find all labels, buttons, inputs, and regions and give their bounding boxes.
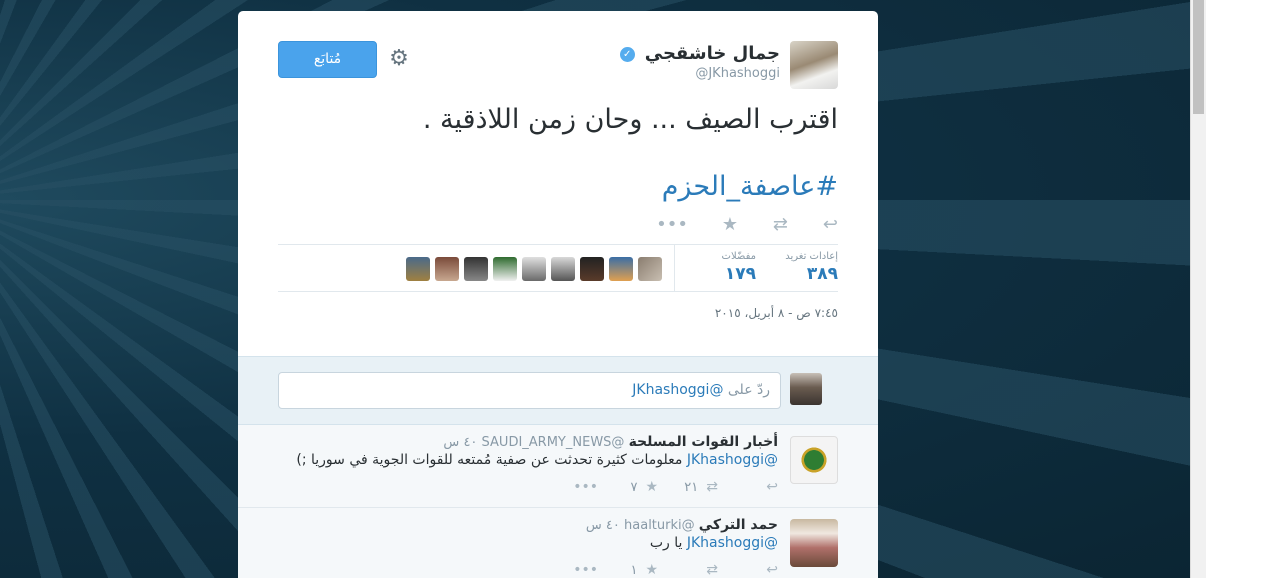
favoriters-avatars	[406, 257, 662, 281]
reply-avatar[interactable]	[790, 436, 838, 484]
favoriter-avatar[interactable]	[493, 257, 517, 281]
favoriter-avatar[interactable]	[522, 257, 546, 281]
hashtag-link[interactable]: #عاصفة_الحزم	[662, 171, 838, 202]
retweet-icon[interactable]: ⇄	[738, 214, 788, 236]
reply-item[interactable]: حمد التركي @haalturki ٤٠ س @JKhashoggi ي…	[238, 508, 878, 578]
reply-input[interactable]: ردّ على @JKhashoggi	[278, 372, 781, 409]
favorite-count: ١	[630, 563, 638, 578]
replies-list: أخبار القوات المسلحة @SAUDI_ARMY_NEWS ٤٠…	[238, 425, 878, 578]
favorite-icon[interactable]: ★	[688, 214, 738, 236]
retweet-count: ٢١	[684, 480, 699, 495]
reply-avatar[interactable]	[790, 519, 838, 567]
reply-box: ردّ على @JKhashoggi	[238, 356, 878, 425]
favorites-count: ١٧٩	[724, 264, 756, 284]
more-icon[interactable]: •••	[538, 479, 598, 495]
tweet-header: جمال خاشقجي ✓ @JKhashoggi مُتابَع ⚙	[278, 41, 838, 91]
favorite-icon[interactable]: ★١	[598, 562, 658, 578]
favoriter-avatar[interactable]	[580, 257, 604, 281]
favoriter-avatar[interactable]	[551, 257, 575, 281]
favoriter-avatar[interactable]	[406, 257, 430, 281]
reply-author-handle[interactable]: @haalturki	[624, 518, 695, 533]
reply-time[interactable]: ٤٠ س	[443, 435, 477, 450]
reply-mention[interactable]: @JKhashoggi	[687, 452, 778, 468]
reply-body: يا رب	[649, 535, 687, 551]
tweet-text: اقترب الصيف ... وحان زمن اللاذقية .	[422, 104, 838, 135]
favorite-icon[interactable]: ★٧	[598, 479, 658, 495]
scrollbar-thumb[interactable]	[1193, 0, 1204, 114]
tweet-stats: إعادات تغريد ٣٨٩ مفضّلات ١٧٩	[278, 244, 838, 292]
retweet-icon[interactable]: ⇄	[658, 562, 718, 578]
reply-header: أخبار القوات المسلحة @SAUDI_ARMY_NEWS ٤٠…	[443, 434, 778, 450]
reply-body: معلومات كثيرة تحدثت عن صفية مُمتعه للقوا…	[296, 452, 687, 468]
reply-item[interactable]: أخبار القوات المسلحة @SAUDI_ARMY_NEWS ٤٠…	[238, 425, 878, 508]
more-icon[interactable]: •••	[538, 562, 598, 578]
retweets-stat[interactable]: إعادات تغريد ٣٨٩	[785, 251, 838, 284]
author-avatar[interactable]	[790, 41, 838, 89]
favoriter-avatar[interactable]	[435, 257, 459, 281]
tweet-actions: ↩ ⇄ ★ •••	[638, 214, 838, 236]
reply-author-name[interactable]: حمد التركي	[699, 517, 778, 533]
reply-mention[interactable]: @JKhashoggi	[687, 535, 778, 551]
reply-icon[interactable]: ↩	[718, 479, 778, 495]
gear-icon[interactable]: ⚙	[388, 48, 410, 70]
reply-time[interactable]: ٤٠ س	[586, 518, 620, 533]
stats-divider	[674, 245, 675, 291]
reply-mention: @JKhashoggi	[632, 382, 724, 398]
author-info: جمال خاشقجي ✓ @JKhashoggi	[619, 43, 780, 81]
reply-icon[interactable]: ↩	[788, 214, 838, 236]
more-icon[interactable]: •••	[638, 214, 688, 236]
reply-text: @JKhashoggi معلومات كثيرة تحدثت عن صفية …	[296, 452, 778, 468]
favorites-label: مفضّلات	[721, 251, 756, 262]
retweet-icon[interactable]: ⇄٢١	[658, 479, 718, 495]
tweet-card: جمال خاشقجي ✓ @JKhashoggi مُتابَع ⚙ اقتر…	[238, 11, 878, 578]
current-user-avatar	[790, 373, 822, 405]
author-handle[interactable]: @JKhashoggi	[620, 66, 780, 81]
tweet-timestamp[interactable]: ٧:٤٥ ص - ٨ أبريل، ٢٠١٥	[715, 306, 838, 320]
author-name[interactable]: جمال خاشقجي	[645, 43, 780, 64]
reply-actions: ↩ ⇄ ★١ •••	[538, 562, 778, 578]
reply-icon[interactable]: ↩	[718, 562, 778, 578]
retweets-count: ٣٨٩	[806, 264, 838, 284]
favorites-stat[interactable]: مفضّلات ١٧٩	[722, 251, 756, 284]
favorite-count: ٧	[630, 480, 638, 495]
reply-header: حمد التركي @haalturki ٤٠ س	[586, 517, 778, 533]
right-margin	[1206, 0, 1280, 578]
reply-prefix: ردّ على	[723, 382, 770, 398]
favoriter-avatar[interactable]	[609, 257, 633, 281]
favoriter-avatar[interactable]	[464, 257, 488, 281]
scrollbar[interactable]	[1190, 0, 1206, 578]
reply-text: @JKhashoggi يا رب	[650, 535, 778, 551]
verified-icon: ✓	[619, 47, 635, 62]
favoriter-avatar[interactable]	[638, 257, 662, 281]
retweets-label: إعادات تغريد	[785, 251, 838, 262]
reply-author-handle[interactable]: @SAUDI_ARMY_NEWS	[482, 435, 625, 450]
reply-actions: ↩ ⇄٢١ ★٧ •••	[538, 479, 778, 495]
following-button[interactable]: مُتابَع	[278, 41, 377, 78]
reply-author-name[interactable]: أخبار القوات المسلحة	[629, 434, 778, 450]
